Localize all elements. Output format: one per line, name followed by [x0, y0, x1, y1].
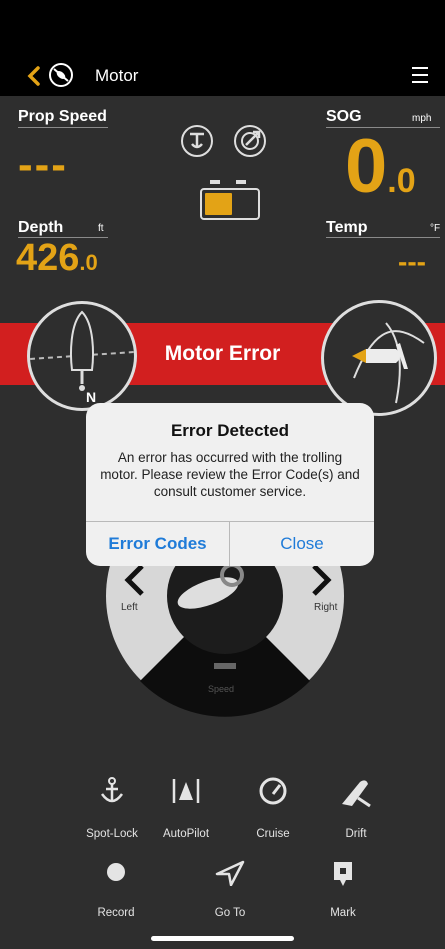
- dialog-message: An error has occurred with the trolling …: [100, 450, 360, 499]
- steer-left-button[interactable]: [120, 562, 150, 603]
- speedometer-icon: [259, 777, 287, 805]
- cruise-button[interactable]: Cruise: [228, 776, 318, 840]
- drift-icon: [342, 780, 371, 808]
- sog-unit: mph: [412, 113, 432, 124]
- temp-unit: °F: [430, 223, 441, 234]
- record-icon: [107, 863, 125, 881]
- chevron-left-icon: [124, 564, 144, 596]
- divider: [18, 127, 108, 128]
- depth-value-int: 426: [16, 237, 80, 279]
- depth-value: 426.0: [16, 238, 98, 283]
- mark-label: Mark: [330, 907, 356, 919]
- nav-bar: Motor: [0, 56, 445, 96]
- dialog-title: Error Detected: [170, 421, 290, 440]
- steer-left-label: Left: [121, 602, 138, 613]
- status-bar: [0, 0, 445, 56]
- record-label: Record: [97, 907, 135, 919]
- compass-arrow-icon: [234, 125, 266, 157]
- boat-heading-icon: N: [30, 310, 134, 405]
- trolling-motor-icon: [46, 60, 76, 95]
- autopilot-button[interactable]: AutoPilot: [141, 776, 231, 840]
- depth-unit: ft: [98, 223, 104, 234]
- home-indicator[interactable]: [151, 936, 294, 941]
- goto-label: Go To: [214, 907, 246, 919]
- temp-label: Temp: [326, 219, 368, 236]
- chevron-right-icon: [312, 564, 332, 596]
- battery-level: [205, 193, 232, 215]
- error-dialog: Error Detected An error has occurred wit…: [86, 403, 374, 566]
- motor-direction-button[interactable]: [321, 300, 437, 416]
- prop-speed-value: ---: [18, 140, 68, 189]
- goto-button[interactable]: Go To: [185, 860, 275, 919]
- sog-value-int: 0: [345, 124, 388, 209]
- page-title: Motor: [95, 66, 139, 85]
- error-codes-button[interactable]: Error Codes: [86, 522, 229, 566]
- temp-value: ---: [398, 246, 426, 277]
- waypoint-marker-icon: [334, 862, 352, 886]
- steer-right-button[interactable]: [306, 562, 336, 603]
- battery-terminal: [236, 180, 246, 184]
- autopilot-label: AutoPilot: [162, 828, 210, 840]
- battery-icon: [200, 188, 260, 220]
- anchor-icon: [100, 777, 124, 803]
- record-button[interactable]: Record: [71, 860, 161, 919]
- compass-heading-button[interactable]: N: [27, 301, 137, 411]
- sog-value: 0.0: [345, 128, 416, 220]
- back-button[interactable]: [24, 64, 44, 93]
- autopilot-icon: [172, 779, 200, 803]
- heading-mode-button[interactable]: [233, 124, 267, 163]
- anchor-down-icon: [181, 125, 213, 157]
- close-button[interactable]: Close: [230, 522, 374, 566]
- drift-button[interactable]: Drift: [311, 776, 401, 840]
- hamburger-icon: [412, 67, 428, 83]
- sog-value-dec: .0: [387, 162, 416, 200]
- motor-direction-icon: [352, 322, 425, 404]
- drift-label: Drift: [345, 828, 367, 840]
- menu-button[interactable]: [410, 66, 430, 89]
- battery-terminal: [210, 180, 220, 184]
- prop-speed-label: Prop Speed: [18, 108, 107, 125]
- depth-value-dec: .0: [79, 250, 98, 275]
- divider: [326, 237, 440, 238]
- speed-control-label[interactable]: Speed: [208, 684, 234, 694]
- depth-label: Depth: [18, 219, 64, 236]
- anchor-mode-button[interactable]: [180, 124, 214, 163]
- compass-north-letter: N: [86, 389, 96, 405]
- steer-right-label: Right: [314, 602, 338, 613]
- mark-button[interactable]: Mark: [298, 860, 388, 919]
- chevron-left-icon: [27, 66, 40, 86]
- goto-arrow-icon: [215, 860, 245, 887]
- cruise-label: Cruise: [256, 828, 290, 840]
